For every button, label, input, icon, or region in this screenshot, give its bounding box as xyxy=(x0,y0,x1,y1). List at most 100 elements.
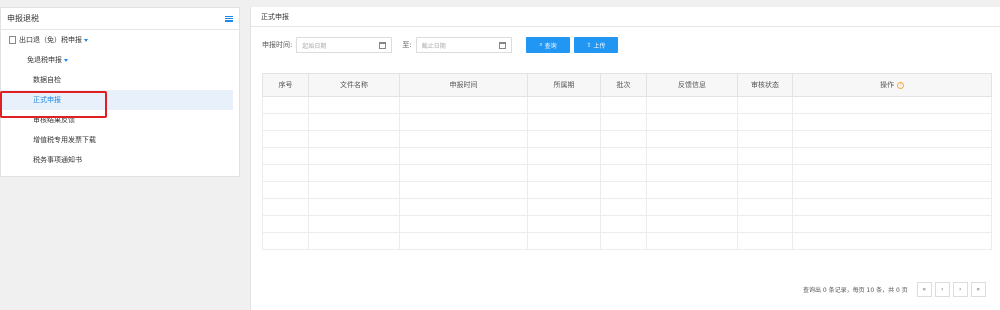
end-date-placeholder: 截止日期 xyxy=(421,42,446,50)
table-cell xyxy=(262,232,309,250)
table-cell xyxy=(792,164,992,182)
calendar-icon[interactable] xyxy=(379,42,387,49)
table-cell xyxy=(527,181,601,199)
table-cell xyxy=(527,130,601,148)
col-header: 序号 xyxy=(262,73,309,97)
upload-label: 上传 xyxy=(593,42,606,50)
table-cell xyxy=(737,113,793,131)
col-header: 批次 xyxy=(600,73,647,97)
calendar-icon[interactable] xyxy=(498,42,506,49)
table-cell xyxy=(262,130,309,148)
start-date-placeholder: 起始日期 xyxy=(302,42,327,50)
table-cell xyxy=(737,130,793,148)
query-label: 查询 xyxy=(544,42,557,50)
menu-icon[interactable] xyxy=(225,15,233,22)
table-cell xyxy=(792,113,992,131)
page-title: 正式申报 xyxy=(251,7,1000,27)
table-cell xyxy=(792,215,992,233)
table-cell xyxy=(737,215,793,233)
col-header: 审核状态 xyxy=(737,73,793,97)
table-cell xyxy=(792,232,992,250)
table-row xyxy=(262,113,992,131)
start-date-input[interactable]: 起始日期 xyxy=(296,37,393,53)
table-row xyxy=(262,147,992,165)
table-cell xyxy=(308,96,400,114)
table-row xyxy=(262,96,992,114)
table-cell xyxy=(527,198,601,216)
table-cell xyxy=(262,113,309,131)
help-icon[interactable]: ? xyxy=(897,81,904,89)
table-cell xyxy=(792,181,992,199)
table-cell xyxy=(737,181,793,199)
table-cell xyxy=(262,181,309,199)
sidebar-item-label: 正式申报 xyxy=(33,96,61,104)
table-cell xyxy=(646,232,738,250)
prev-page-button[interactable]: ‹ xyxy=(934,282,950,297)
table-cell xyxy=(527,96,601,114)
table-cell xyxy=(399,147,528,165)
table-cell xyxy=(308,232,400,250)
table-cell xyxy=(399,232,528,250)
table-cell xyxy=(600,215,647,233)
pagination: 查询出 0 条记录，每页 10 条，共 0 页 « ‹ › » xyxy=(803,282,986,297)
table-cell xyxy=(308,215,400,233)
col-header-actions: 操作? xyxy=(792,73,992,97)
sidebar-header: 申报退税 xyxy=(1,8,239,30)
upload-button[interactable]: ⇧ 上传 xyxy=(574,37,618,53)
sidebar-item-tax-notice[interactable]: 税务事项通知书 xyxy=(1,150,239,170)
time-label: 申报时间: xyxy=(262,41,293,49)
table-header-row: 序号 文件名称 申报时间 所属期 批次 反馈信息 审核状态 操作? xyxy=(262,73,992,97)
table-cell xyxy=(792,130,992,148)
table-cell xyxy=(646,96,738,114)
table-cell xyxy=(262,96,309,114)
table-cell xyxy=(262,164,309,182)
sidebar-item-audit-feedback[interactable]: 审核结果反馈 xyxy=(1,110,239,130)
query-button[interactable]: ⌕ 查询 xyxy=(526,37,570,53)
end-date-input[interactable]: 截止日期 xyxy=(415,37,512,53)
sidebar-subgroup-label: 免退税申报 xyxy=(27,56,62,64)
pagination-summary: 查询出 0 条记录，每页 10 条，共 0 页 xyxy=(803,287,908,294)
sidebar: 申报退税 出口退（免）税申报 免退税申报 数据自检 正式申报 审核结果反馈 增值… xyxy=(0,7,240,177)
table-cell xyxy=(600,147,647,165)
sidebar-item-label: 税务事项通知书 xyxy=(33,156,82,164)
table-cell xyxy=(737,164,793,182)
table-cell xyxy=(527,147,601,165)
sidebar-item-formal-declare[interactable]: 正式申报 xyxy=(1,90,233,110)
upload-icon: ⇧ xyxy=(586,41,594,49)
next-page-button[interactable]: › xyxy=(952,282,968,297)
table-cell xyxy=(527,113,601,131)
sidebar-item-label: 数据自检 xyxy=(33,76,61,84)
sidebar-title: 申报退税 xyxy=(7,14,39,23)
caret-down-icon xyxy=(64,58,68,62)
filter-bar: 申报时间: 起始日期 至: 截止日期 xyxy=(262,37,512,53)
table-cell xyxy=(646,164,738,182)
table-cell xyxy=(646,130,738,148)
table-cell xyxy=(527,232,601,250)
document-icon xyxy=(9,36,16,44)
sidebar-item-data-check[interactable]: 数据自检 xyxy=(1,70,239,90)
table-cell xyxy=(737,198,793,216)
table-cell xyxy=(600,181,647,199)
table-cell xyxy=(600,232,647,250)
sidebar-subgroup-exempt-refund[interactable]: 免退税申报 xyxy=(1,50,239,70)
col-header-label: 操作 xyxy=(880,81,894,89)
table-cell xyxy=(737,96,793,114)
table-cell xyxy=(399,198,528,216)
table-cell xyxy=(527,164,601,182)
table-cell xyxy=(600,130,647,148)
table-cell xyxy=(646,198,738,216)
table-cell xyxy=(646,147,738,165)
sidebar-group-export-refund[interactable]: 出口退（免）税申报 xyxy=(1,30,239,50)
table-row xyxy=(262,215,992,233)
table-cell xyxy=(600,96,647,114)
table-cell xyxy=(792,198,992,216)
sidebar-item-vat-invoice-download[interactable]: 增值税专用发票下载 xyxy=(1,130,239,150)
table-cell xyxy=(600,164,647,182)
col-header: 文件名称 xyxy=(308,73,400,97)
table-cell xyxy=(399,96,528,114)
sidebar-group-label: 出口退（免）税申报 xyxy=(19,36,82,44)
last-page-button[interactable]: » xyxy=(970,282,986,297)
table-row xyxy=(262,198,992,216)
table-cell xyxy=(399,164,528,182)
first-page-button[interactable]: « xyxy=(916,282,932,297)
